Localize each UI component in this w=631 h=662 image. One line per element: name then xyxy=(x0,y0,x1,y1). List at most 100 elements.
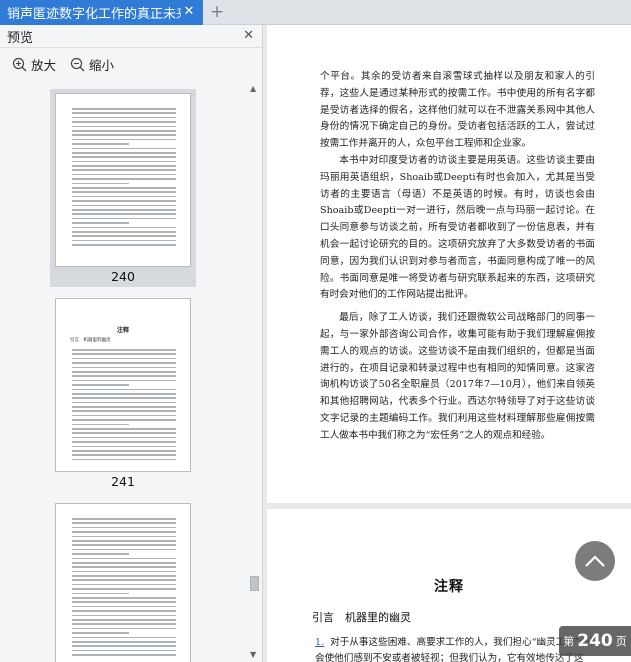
thumbnail-text-line xyxy=(72,553,130,555)
thumbnail-text-line xyxy=(72,191,176,194)
thumbnail-text-line xyxy=(72,597,176,599)
zoom-in-button[interactable]: 放大 xyxy=(12,55,56,74)
zoom-out-button[interactable]: 缩小 xyxy=(70,55,114,74)
thumbnail-text-line xyxy=(72,436,176,439)
scroll-to-top-button[interactable] xyxy=(575,541,615,581)
thumbnail-image xyxy=(55,93,191,267)
thumbnail-text-line xyxy=(72,588,176,590)
thumbnail-text-line xyxy=(72,182,130,185)
thumbnail-text-line xyxy=(72,138,176,141)
close-tab-icon[interactable]: ✕ xyxy=(181,4,197,20)
thumbnail-text-line xyxy=(72,557,176,560)
thumbnail-text-line xyxy=(72,531,176,533)
thumbnail-text-line xyxy=(72,518,176,520)
thumbnail-page-number: 240 xyxy=(111,269,135,284)
thumbnail-text-line xyxy=(72,610,176,612)
thumbnail-text-line xyxy=(72,353,176,355)
thumbnail-text-line xyxy=(72,623,176,625)
preview-sidebar: 预览 ✕ 放大 缩小 240 注释 引言 机器里的幽灵 241 ▲ ▼ xyxy=(0,25,263,662)
thumbnail-text-line xyxy=(72,428,176,430)
paragraph: 本书中对印度受访者的访谈主要是用英语。这些访谈主要由玛丽用英语组织，Shoaib… xyxy=(320,154,595,301)
thumbnail-text-line xyxy=(72,195,176,198)
thumbnail-text-line xyxy=(72,379,176,382)
thumbnail-text-line xyxy=(72,561,176,564)
thumbnail-text-line xyxy=(72,432,176,435)
thumbnail-text-line xyxy=(72,614,176,617)
scroll-up-icon[interactable]: ▲ xyxy=(250,84,256,93)
zoom-in-label: 放大 xyxy=(31,57,57,73)
note-link[interactable]: 1. xyxy=(315,637,324,648)
thumbnail-text-line xyxy=(72,566,176,568)
thumbnail-text-line xyxy=(72,204,176,207)
thumbnail-text-line xyxy=(72,419,176,421)
thumbnail-page[interactable] xyxy=(50,499,196,662)
thumbnail-text-line xyxy=(72,410,176,413)
thumbnail-text-line xyxy=(72,388,176,391)
note-text: 对于从事这些困难、高要求工作的人，我们担心“幽灵工作”一词会使他们感到不安或者被… xyxy=(315,637,599,662)
new-tab-button[interactable]: + xyxy=(208,2,226,22)
sidebar-title: 预览 xyxy=(7,30,34,46)
thumbnail-page[interactable]: 240 xyxy=(50,89,196,287)
thumbnail-text-line xyxy=(72,414,176,417)
scrollbar-thumb[interactable] xyxy=(250,576,259,591)
thumbnail-subheading: 引言 机器里的幽灵 xyxy=(70,338,111,343)
page-suffix: 页 xyxy=(615,635,627,648)
tab-bar: 销声匿迹数字化工作的真正未来 ✕ + xyxy=(0,0,631,25)
thumbnail-text-line xyxy=(72,618,176,621)
sidebar-scrollbar[interactable]: ▲ ▼ xyxy=(247,81,262,662)
thumbnail-text-line xyxy=(72,235,176,237)
page-body: 个平台。其余的受访者来自滚雪球式抽样以及朋友和家人的引荐，这些人是通过某种形式的… xyxy=(267,25,631,445)
current-page-number: 240 xyxy=(577,631,613,651)
thumbnail-text-line xyxy=(72,445,176,448)
thumbnail-text-line xyxy=(72,401,176,404)
document-tab[interactable]: 销声匿迹数字化工作的真正未来 ✕ xyxy=(0,0,203,25)
tab-title: 销声匿迹数字化工作的真正未来 xyxy=(7,7,181,22)
thumbnail-text-line xyxy=(72,108,176,110)
thumbnail-text-line xyxy=(72,397,176,399)
thumbnail-text-line xyxy=(72,654,176,656)
close-sidebar-icon[interactable]: ✕ xyxy=(243,28,254,43)
thumbnail-page[interactable]: 注释 引言 机器里的幽灵 241 xyxy=(50,294,196,492)
thumbnail-text-line xyxy=(72,173,176,176)
thumbnail-text-line xyxy=(72,645,176,647)
thumbnail-text-line xyxy=(72,366,176,369)
thumbnail-text-line xyxy=(72,526,176,529)
thumbnail-text-line xyxy=(72,583,176,586)
scroll-down-icon[interactable]: ▼ xyxy=(250,650,256,659)
thumbnail-image: 注释 引言 机器里的幽灵 xyxy=(55,298,191,472)
thumbnail-text-line xyxy=(72,121,176,123)
thumbnail-text-line xyxy=(72,570,176,573)
thumbnail-text-line xyxy=(72,627,176,630)
page-prefix: 第 xyxy=(563,635,575,648)
thumbnail-text-line xyxy=(72,592,130,595)
thumbnail-text-line xyxy=(72,423,130,426)
thumbnail-text-line xyxy=(72,605,176,608)
thumbnail-text-line xyxy=(72,187,176,189)
notes-heading: 注释 xyxy=(434,579,464,595)
thumbnail-text-line xyxy=(72,636,176,639)
thumbnail-text-line xyxy=(72,222,130,224)
thumbnail-text-line xyxy=(72,454,176,456)
thumbnail-text-line xyxy=(72,217,176,220)
thumbnail-text-line xyxy=(72,458,176,461)
thumbnail-text-line xyxy=(72,230,176,233)
thumbnail-text-line xyxy=(72,544,176,546)
paragraph: 个平台。其余的受访者来自滚雪球式抽样以及朋友和家人的引荐，这些人是通过某种形式的… xyxy=(320,71,595,150)
thumbnail-text-line xyxy=(72,579,176,582)
thumbnail-text-line xyxy=(72,151,176,154)
thumbnail-text-line xyxy=(72,601,176,604)
thumbnail-text-line xyxy=(72,125,176,128)
notes-subheading: 引言 机器里的幽灵 xyxy=(312,611,411,624)
thumbnail-image xyxy=(55,503,191,662)
thumbnail-text-line xyxy=(72,575,176,577)
thumbnail-text-line xyxy=(72,165,176,167)
document-page: 个平台。其余的受访者来自滚雪球式抽样以及朋友和家人的引荐，这些人是通过某种形式的… xyxy=(267,25,631,503)
thumbnail-text-line xyxy=(72,522,176,524)
thumbnail-page-number: 241 xyxy=(111,474,135,489)
page-indicator[interactable]: 第 240 页 xyxy=(559,626,631,656)
thumbnail-text-line xyxy=(72,112,176,114)
thumbnail-text-line xyxy=(72,441,176,443)
thumbnail-text-line xyxy=(72,539,176,542)
sidebar-header: 预览 ✕ xyxy=(0,25,262,48)
zoom-out-icon xyxy=(70,57,85,71)
